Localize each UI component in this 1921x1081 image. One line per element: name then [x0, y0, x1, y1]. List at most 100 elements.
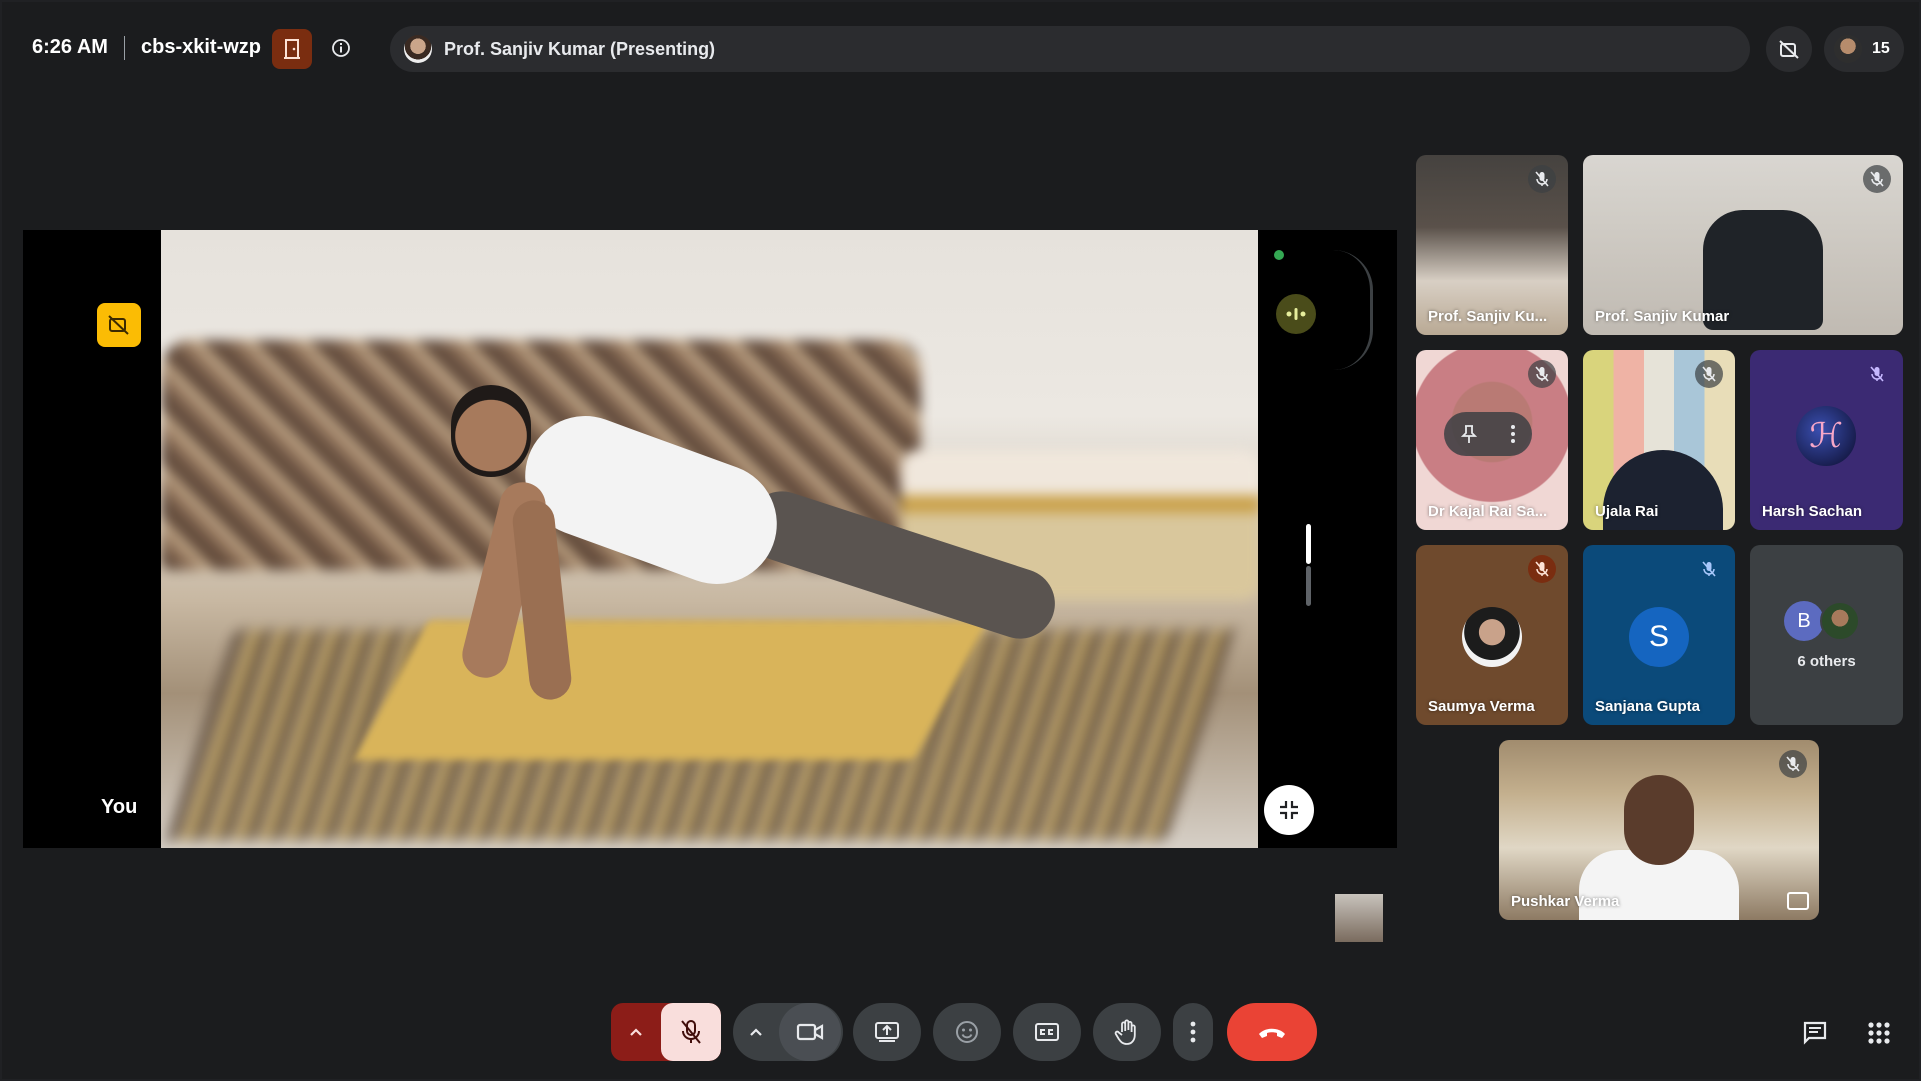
participant-tile[interactable]: Dr Kajal Rai Sa...	[1416, 350, 1568, 530]
participant-name: Harsh Sachan	[1762, 503, 1863, 520]
participant-tile[interactable]: Prof. Sanjiv Kumar	[1583, 155, 1903, 335]
more-vert-icon[interactable]	[1510, 424, 1516, 444]
presenter-avatar	[404, 35, 432, 63]
meeting-code: cbs-xkit-wzp	[141, 36, 262, 58]
raise-hand-icon	[1114, 1019, 1136, 1045]
raise-hand-button[interactable]	[1093, 1003, 1161, 1061]
info-icon	[332, 39, 350, 57]
participant-tile[interactable]: Pushkar Verma	[1499, 740, 1819, 920]
mic-off-icon	[681, 1020, 701, 1044]
participant-name: Dr Kajal Rai Sa...	[1428, 503, 1548, 520]
videocam-icon	[796, 1023, 824, 1041]
pin-icon[interactable]	[1460, 424, 1477, 444]
tile-hover-controls	[1444, 412, 1532, 456]
present-screen-button[interactable]	[853, 1003, 921, 1061]
audio-level-icon	[1286, 308, 1306, 320]
connection-dot	[1274, 250, 1284, 260]
clock: 6:26 AM	[32, 36, 108, 58]
door-icon	[284, 39, 300, 59]
presenting-label: Prof. Sanjiv Kumar (Presenting)	[444, 38, 716, 59]
people-button[interactable]: 15	[1824, 26, 1904, 72]
meeting-info-button[interactable]	[329, 36, 353, 60]
participant-tile[interactable]: Saumya Verma	[1416, 545, 1568, 725]
participant-name: Sanjana Gupta	[1595, 698, 1701, 715]
emoji-icon	[956, 1021, 978, 1043]
apps-grid-icon	[1868, 1022, 1890, 1044]
mic-off-indicator	[1528, 360, 1556, 388]
zoom-slider-thumb[interactable]	[1306, 524, 1311, 564]
person-head	[451, 385, 531, 477]
participant-tile[interactable]: Ujala Rai	[1583, 350, 1735, 530]
participant-face	[1624, 775, 1694, 865]
present-screen-icon	[875, 1022, 899, 1042]
captions-button[interactable]	[1013, 1003, 1081, 1061]
mic-off-indicator	[1528, 555, 1556, 583]
main-stage: You	[23, 230, 1397, 848]
participant-tile[interactable]: Prof. Sanjiv Ku...	[1416, 155, 1568, 335]
participant-avatar	[1820, 601, 1860, 641]
participant-name: Ujala Rai	[1595, 503, 1659, 520]
mic-off-icon	[1702, 366, 1716, 382]
mic-off-icon	[1870, 171, 1884, 187]
participant-avatar: B	[1784, 601, 1824, 641]
camera-off-icon	[1779, 40, 1799, 59]
camera-control	[733, 1003, 843, 1061]
closed-captions-icon	[1035, 1023, 1059, 1041]
chat-button[interactable]	[1798, 1016, 1832, 1050]
mic-off-icon	[1535, 561, 1549, 577]
mic-off-icon	[1702, 561, 1716, 577]
self-preview-thumbnail[interactable]	[1335, 894, 1383, 942]
mic-toggle-button[interactable]	[661, 1003, 721, 1061]
camera-off-status-button[interactable]	[1766, 26, 1812, 72]
participant-name: Pushkar Verma	[1511, 893, 1620, 910]
participant-tile[interactable]: ℋ Harsh Sachan	[1750, 350, 1903, 530]
leave-call-button[interactable]	[1227, 1003, 1317, 1061]
activities-button[interactable]	[1862, 1016, 1896, 1050]
meet-window: 6:26 AM cbs-xkit-wzp Prof. Sanjiv Kumar …	[2, 2, 1919, 1079]
collapse-icon	[1280, 801, 1298, 819]
mic-off-indicator	[1695, 360, 1723, 388]
scroll-arc	[1333, 250, 1373, 370]
camera-off-icon	[108, 315, 129, 335]
more-vert-icon	[1190, 1021, 1196, 1043]
others-count: 6 others	[1797, 653, 1856, 670]
exit-fullscreen-button[interactable]	[1264, 785, 1314, 835]
others-tile[interactable]: B 6 others	[1750, 545, 1903, 725]
mic-off-indicator	[1779, 750, 1807, 778]
end-call-icon	[1259, 1028, 1285, 1038]
microphone-control	[611, 1003, 721, 1061]
camera-toggle-button[interactable]	[779, 1003, 841, 1061]
camera-off-badge	[97, 303, 141, 347]
mic-off-indicator	[1863, 360, 1891, 388]
presenting-banner[interactable]: Prof. Sanjiv Kumar (Presenting)	[390, 26, 1750, 72]
speaking-indicator	[1276, 294, 1316, 334]
video-options-button[interactable]	[733, 1003, 779, 1061]
participant-avatar: S	[1629, 607, 1689, 667]
participant-avatar	[1834, 35, 1862, 63]
mic-off-icon	[1870, 366, 1884, 382]
participant-name: Prof. Sanjiv Ku...	[1428, 308, 1548, 325]
audio-options-button[interactable]	[611, 1003, 661, 1061]
host-controls-button[interactable]	[272, 29, 312, 69]
participant-tile[interactable]: S Sanjana Gupta	[1583, 545, 1735, 725]
mic-off-icon	[1535, 171, 1549, 187]
mic-off-indicator	[1528, 165, 1556, 193]
pinned-video[interactable]	[161, 230, 1258, 848]
participant-name: Saumya Verma	[1428, 698, 1535, 715]
chevron-up-icon	[750, 1028, 762, 1036]
mic-off-icon	[1786, 756, 1800, 772]
top-bar: 6:26 AM cbs-xkit-wzp Prof. Sanjiv Kumar …	[2, 2, 1919, 92]
zoom-slider-track[interactable]	[1306, 566, 1311, 606]
reactions-button[interactable]	[933, 1003, 1001, 1061]
chevron-up-icon	[630, 1028, 642, 1036]
participant-avatar: ℋ	[1796, 406, 1856, 466]
self-label: You	[101, 796, 138, 818]
participant-avatar	[1462, 607, 1522, 667]
picture-in-picture-icon[interactable]	[1787, 892, 1809, 910]
divider	[124, 36, 125, 60]
participant-count: 15	[1872, 40, 1890, 57]
mic-off-indicator	[1863, 165, 1891, 193]
mic-off-indicator	[1695, 555, 1723, 583]
more-options-button[interactable]	[1173, 1003, 1213, 1061]
mic-off-icon	[1535, 366, 1549, 382]
